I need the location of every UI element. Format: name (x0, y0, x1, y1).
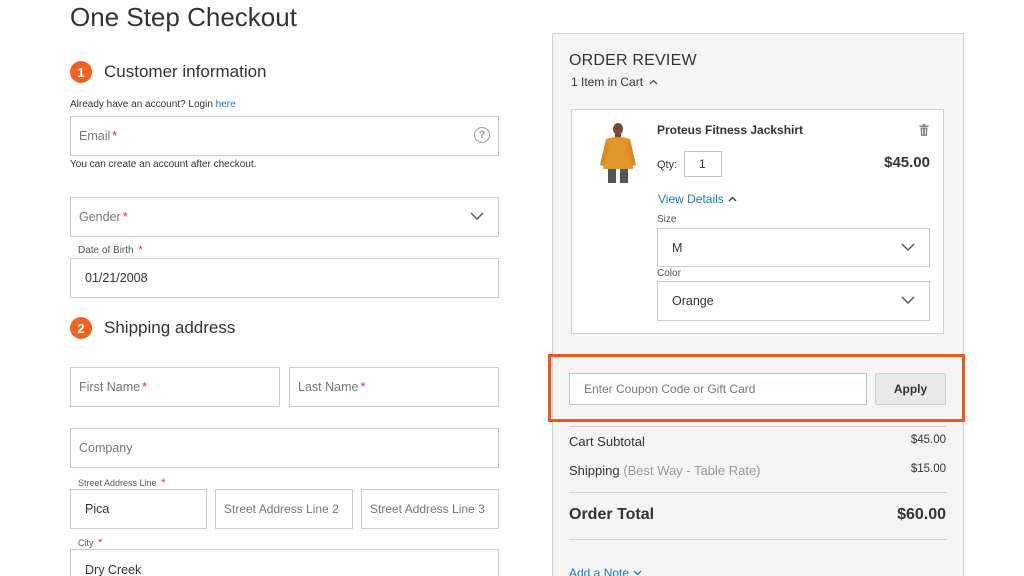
company-field[interactable]: Company (70, 428, 499, 468)
step-number-1: 1 (70, 61, 92, 83)
shipping-value: $15.00 (910, 463, 946, 475)
city-label-text: City (78, 538, 94, 548)
dob-input[interactable]: 01/21/2008 (70, 258, 499, 298)
question-circle-icon[interactable]: ? (474, 127, 490, 143)
shipping-method: (Best Way - Table Rate) (623, 463, 761, 478)
items-in-cart-text: 1 Item in Cart (571, 75, 644, 89)
order-total-label: Order Total (569, 506, 655, 523)
color-label: Color (657, 268, 681, 279)
totals-divider-bottom (569, 539, 946, 540)
cart-subtotal-value: $45.00 (910, 434, 946, 446)
cart-subtotal-label: Cart Subtotal (569, 434, 645, 449)
street-line-2-placeholder: Street Address Line 2 (224, 502, 339, 516)
chevron-down-icon (633, 570, 642, 576)
dob-label: Date of Birth * (78, 244, 143, 256)
size-label: Size (657, 214, 677, 225)
login-link[interactable]: here (216, 99, 236, 110)
gender-placeholder: Gender (79, 210, 121, 224)
color-value: Orange (672, 294, 714, 308)
street-label-text: Street Address Line (78, 478, 157, 488)
street-line-3-placeholder: Street Address Line 3 (370, 502, 485, 516)
required-mark: * (122, 210, 128, 224)
company-placeholder: Company (79, 441, 133, 455)
cart-items-toggle[interactable]: 1 Item in Cart (571, 75, 658, 89)
city-label: City * (78, 537, 102, 549)
apply-coupon-button[interactable]: Apply (875, 373, 946, 405)
street-line-3-input[interactable]: Street Address Line 3 (361, 489, 499, 529)
required-mark: * (142, 380, 147, 394)
customer-info-title: Customer information (104, 62, 267, 81)
chevron-down-icon (470, 212, 484, 220)
coupon-input[interactable]: Enter Coupon Code or Gift Card (569, 373, 867, 405)
order-total-value: $60.00 (897, 506, 946, 523)
add-note-text: Add a Note (569, 566, 630, 576)
view-details-toggle[interactable]: View Details (658, 192, 737, 206)
required-mark: * (161, 477, 166, 489)
city-input[interactable]: Dry Creek (70, 549, 499, 576)
trash-icon[interactable] (919, 124, 929, 136)
size-select[interactable]: M (657, 228, 930, 267)
required-mark: * (360, 380, 366, 394)
gender-select[interactable]: Gender * (70, 197, 499, 237)
customer-info-header: 1 Customer information (70, 61, 267, 83)
shipping-row: Shipping (Best Way - Table Rate) $15.00 (569, 463, 946, 478)
required-mark: * (138, 244, 143, 256)
qty-label: Qty: (657, 159, 678, 171)
first-name-placeholder: First Name (79, 380, 141, 394)
order-total-row: Order Total $60.00 (569, 506, 946, 524)
totals-divider-middle (569, 492, 946, 493)
product-name[interactable]: Proteus Fitness Jackshirt (657, 123, 803, 137)
street-line-1-value: Pica (85, 502, 110, 516)
view-details-text: View Details (658, 192, 724, 206)
account-note: You can create an account after checkout… (70, 159, 257, 170)
order-review-title: ORDER REVIEW (569, 52, 697, 69)
street-line-2-input[interactable]: Street Address Line 2 (215, 489, 353, 529)
shipping-address-title: Shipping address (104, 318, 236, 337)
dob-value: 01/21/2008 (85, 271, 148, 285)
email-placeholder: Email (79, 129, 111, 143)
login-prompt-text: Already have an account? Login (70, 99, 213, 110)
required-mark: * (112, 129, 118, 143)
required-mark: * (98, 537, 103, 549)
email-field[interactable]: Email * ? (70, 116, 499, 156)
size-value: M (672, 240, 683, 255)
cart-subtotal-row: Cart Subtotal $45.00 (569, 434, 946, 449)
chevron-up-icon (728, 196, 737, 202)
last-name-field[interactable]: Last Name * (289, 367, 499, 407)
street-label: Street Address Line * (78, 477, 165, 489)
color-select[interactable]: Orange (657, 281, 930, 321)
chevron-down-icon (901, 296, 915, 304)
product-thumbnail (600, 123, 636, 183)
chevron-down-icon (901, 243, 915, 251)
page-title: One Step Checkout (70, 2, 297, 32)
login-prompt: Already have an account? Login here (70, 99, 236, 110)
last-name-placeholder: Last Name (298, 380, 359, 394)
city-value: Dry Creek (85, 563, 142, 576)
street-line-1-input[interactable]: Pica (70, 489, 207, 529)
add-note-toggle[interactable]: Add a Note (569, 566, 642, 576)
qty-input[interactable]: 1 (684, 151, 722, 177)
chevron-up-icon (649, 79, 658, 85)
totals-divider-top (569, 426, 946, 427)
checkout-page: One Step Checkout 1 Customer information… (0, 0, 1024, 576)
shipping-label: Shipping (569, 463, 620, 478)
first-name-field[interactable]: First Name * (70, 367, 280, 407)
shipping-label-group: Shipping (Best Way - Table Rate) (569, 463, 761, 478)
shipping-address-header: 2 Shipping address (70, 317, 235, 339)
dob-label-text: Date of Birth (78, 245, 134, 256)
step-number-2: 2 (70, 317, 92, 339)
item-price: $45.00 (884, 154, 930, 171)
